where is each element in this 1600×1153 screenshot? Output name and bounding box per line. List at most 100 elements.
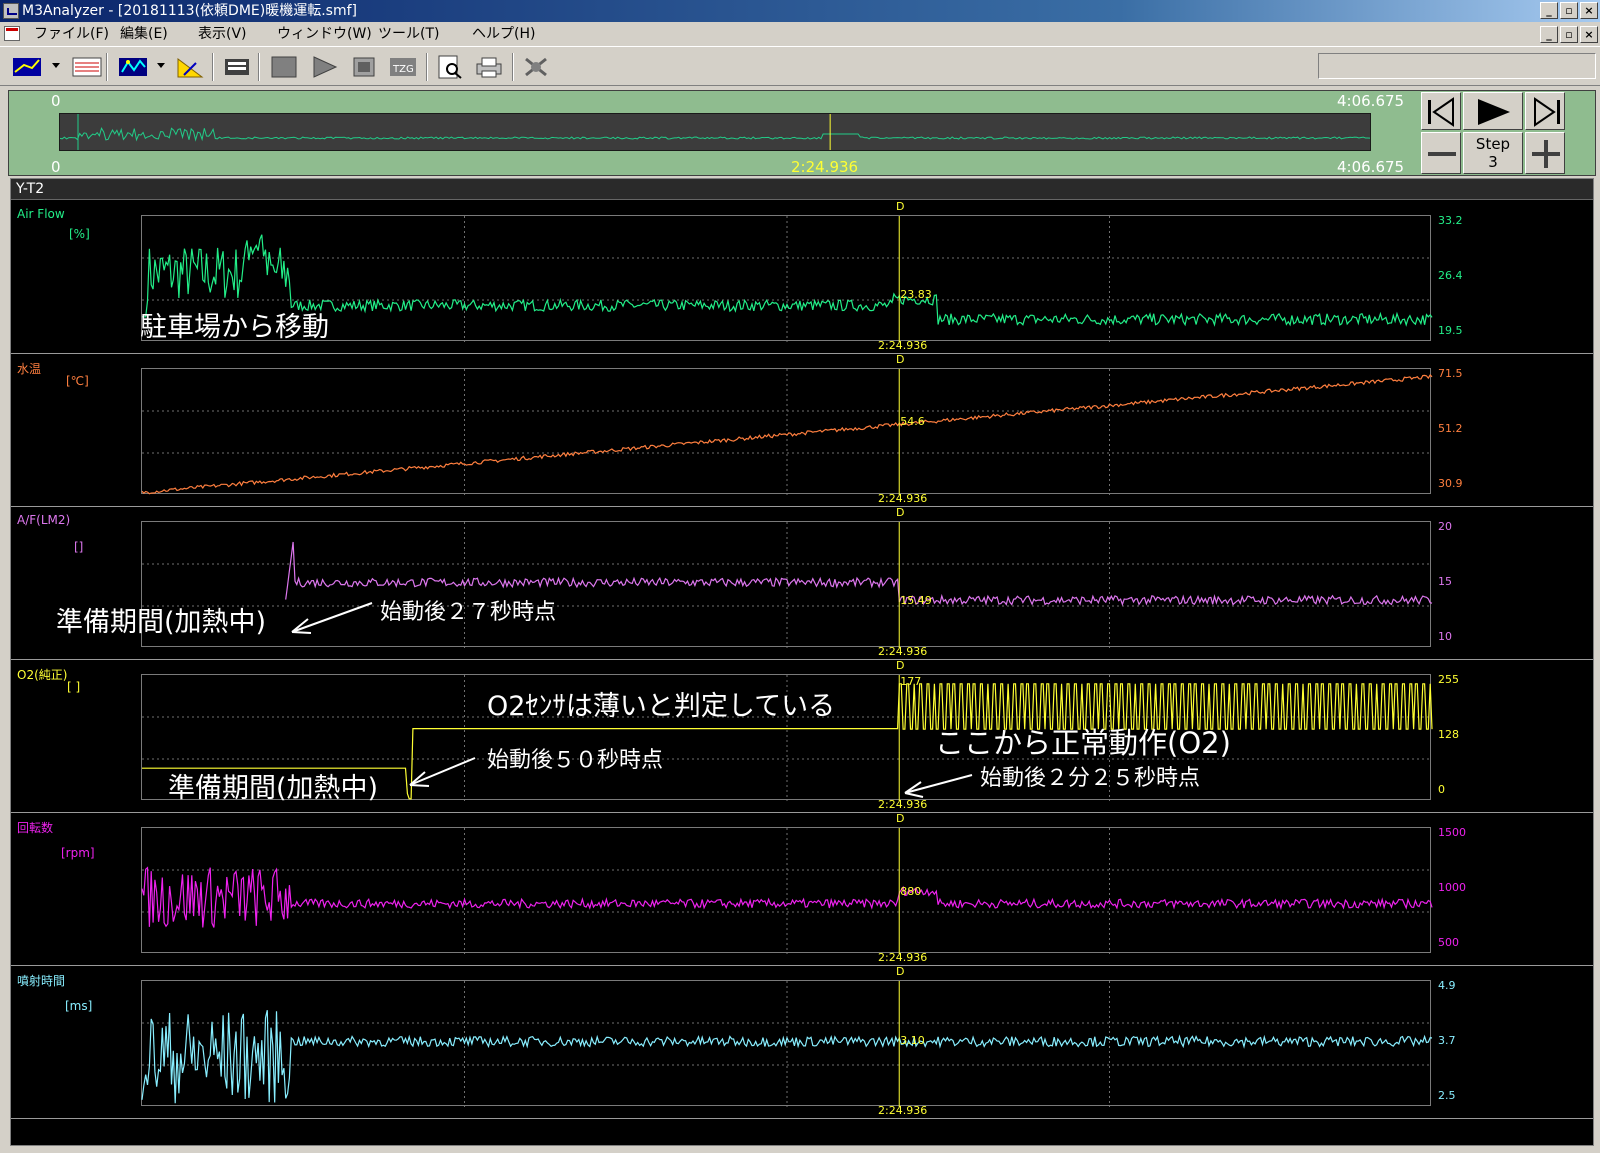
cursor-label: D xyxy=(896,506,905,519)
tzg-icon[interactable]: TZG xyxy=(388,55,416,79)
y-tick-min: 19.5 xyxy=(1438,324,1463,337)
step-value: 3 xyxy=(1488,153,1498,171)
y-tick-mid: 26.4 xyxy=(1438,269,1463,282)
y-tick-max: 255 xyxy=(1438,673,1459,686)
grid-lines xyxy=(142,522,1432,648)
document-icon[interactable] xyxy=(4,26,20,41)
overview-strip[interactable] xyxy=(59,113,1371,151)
app-icon[interactable] xyxy=(3,3,19,19)
preview-icon[interactable] xyxy=(436,55,462,79)
title-bar: M3Analyzer - [20181113(依頼DME)暖機運転.smf] _… xyxy=(0,0,1600,22)
restore-button[interactable]: ▫ xyxy=(1560,2,1578,19)
cursor-value: 3.10 xyxy=(900,1033,925,1047)
close-button[interactable]: × xyxy=(1580,2,1598,19)
mdi-restore-button[interactable]: ▫ xyxy=(1560,26,1578,43)
yt-dropdown-icon[interactable] xyxy=(52,63,60,68)
menu-view[interactable]: 表示(V) xyxy=(198,22,247,46)
menu-bar: ファイル(F) 編集(E) 表示(V) ウィンドウ(W) ツール(T) ヘルプ(… xyxy=(0,22,1600,46)
overview-trace xyxy=(60,127,1370,142)
cursor-value: 54.6 xyxy=(900,415,925,429)
overview-end-top: 4:06.675 xyxy=(1337,92,1405,110)
channel-panel: 回転数 [rpm] 1500 1000 500 D 2:24.936 880 xyxy=(11,812,1593,966)
xy-chart-icon[interactable] xyxy=(118,55,147,79)
annotation-o2-normal: ここから正常動作(O2) xyxy=(935,726,1231,760)
menu-tools[interactable]: ツール(T) xyxy=(378,22,439,46)
menu-edit[interactable]: 編集(E) xyxy=(120,22,168,46)
play-button[interactable] xyxy=(1463,92,1523,130)
channel-name: 回転数 xyxy=(17,821,54,835)
gray-flag-icon[interactable] xyxy=(310,55,338,79)
channel-name: 噴射時間 xyxy=(17,974,66,988)
y-tick-min: 2.5 xyxy=(1438,1089,1456,1102)
channel-unit: [] xyxy=(74,540,84,554)
y-tick-min: 500 xyxy=(1438,936,1459,949)
annotation-o2-start50: 始動後５０秒時点 xyxy=(487,748,664,773)
mdi-minimize-button[interactable]: _ xyxy=(1540,26,1558,43)
annotation-af-start: 始動後２７秒時点 xyxy=(380,600,557,625)
disconnect-icon[interactable] xyxy=(522,55,548,79)
annotation-parking: 駐車場から移動 xyxy=(140,312,329,343)
y-tick-mid: 15 xyxy=(1438,575,1452,588)
status-box xyxy=(1318,53,1596,79)
cursor-label: D xyxy=(896,659,905,672)
print-icon[interactable] xyxy=(474,55,502,79)
y-tick-mid: 128 xyxy=(1438,728,1459,741)
channel-plot[interactable] xyxy=(141,827,1433,954)
annotation-o2-prep: 準備期間(加熱中) xyxy=(168,773,379,804)
step-forward-button[interactable] xyxy=(1525,92,1565,130)
channel-name: A/F(LM2) xyxy=(17,513,71,527)
overview-panel: 0 4:06.675 0 2:24.936 4:06.675 Step 3 xyxy=(8,90,1596,176)
y-tick-mid: 3.7 xyxy=(1438,1034,1456,1047)
database-icon[interactable] xyxy=(222,55,249,79)
y-tick-max: 71.5 xyxy=(1438,367,1463,380)
cursor-time: 2:24.936 xyxy=(878,951,928,964)
step-label: Step xyxy=(1475,135,1511,153)
channel-plot[interactable] xyxy=(141,215,1433,342)
annotation-af-prep: 準備期間(加熱中) xyxy=(56,607,267,638)
y-tick-max: 20 xyxy=(1438,520,1452,533)
minimize-button[interactable]: _ xyxy=(1540,2,1558,19)
cursor-label: D xyxy=(896,812,905,825)
cursor-time: 2:24.936 xyxy=(878,1104,928,1117)
menu-window[interactable]: ウィンドウ(W) xyxy=(277,22,372,46)
yt-chart-icon[interactable] xyxy=(12,55,41,79)
menu-file[interactable]: ファイル(F) xyxy=(34,22,109,46)
channel-plot[interactable] xyxy=(141,368,1433,495)
channel-panel: 噴射時間 [ms] 4.9 3.7 2.5 D 2:24.936 3.10 xyxy=(11,965,1593,1119)
mdi-close-button[interactable]: × xyxy=(1580,26,1598,43)
xy-dropdown-icon[interactable] xyxy=(157,63,165,68)
channel-unit: [ms] xyxy=(65,999,93,1013)
waveform-icon[interactable] xyxy=(72,55,102,79)
overview-cursor-time: 2:24.936 xyxy=(791,158,859,176)
cursor-time: 2:24.936 xyxy=(878,645,928,658)
grid-lines xyxy=(142,828,1432,954)
step-display: Step 3 xyxy=(1463,132,1523,174)
channel-unit: [rpm] xyxy=(61,846,95,860)
measure-icon[interactable] xyxy=(176,55,204,79)
svg-text:TZG: TZG xyxy=(392,64,414,75)
channel-unit: [%] xyxy=(69,227,90,241)
grid-lines xyxy=(142,981,1432,1107)
y-tick-min: 30.9 xyxy=(1438,477,1463,490)
cursor-value: 23.83 xyxy=(900,288,932,302)
step-plus-button[interactable] xyxy=(1525,132,1565,174)
step-minus-button[interactable] xyxy=(1421,132,1461,174)
step-back-button[interactable] xyxy=(1421,92,1461,130)
menu-help[interactable]: ヘルプ(H) xyxy=(472,22,535,46)
channel-panel: 水温 [℃] 71.5 51.2 30.9 D 2:24.936 54.6 xyxy=(11,353,1593,507)
channel-name: Air Flow xyxy=(17,207,65,221)
cursor-label: D xyxy=(896,200,905,213)
channel-plot[interactable] xyxy=(141,980,1433,1107)
channel-unit: [℃] xyxy=(66,374,89,388)
cursor-label: D xyxy=(896,965,905,978)
channel-unit: [ ] xyxy=(67,680,81,694)
gray-square-icon[interactable] xyxy=(350,55,376,79)
channel-plot[interactable] xyxy=(141,521,1433,648)
channel-name: 水温 xyxy=(17,362,42,376)
yt-chart-header: Y-T2 xyxy=(11,179,1593,200)
overview-end-bottom: 4:06.675 xyxy=(1337,158,1405,176)
cursor-value: 880 xyxy=(900,885,922,899)
annotation-o2-lean: O2ｾﾝｻは薄いと判定している xyxy=(487,691,836,722)
gray-box-icon[interactable] xyxy=(270,55,297,79)
annotation-o2-start225: 始動後２分２５秒時点 xyxy=(980,766,1201,791)
